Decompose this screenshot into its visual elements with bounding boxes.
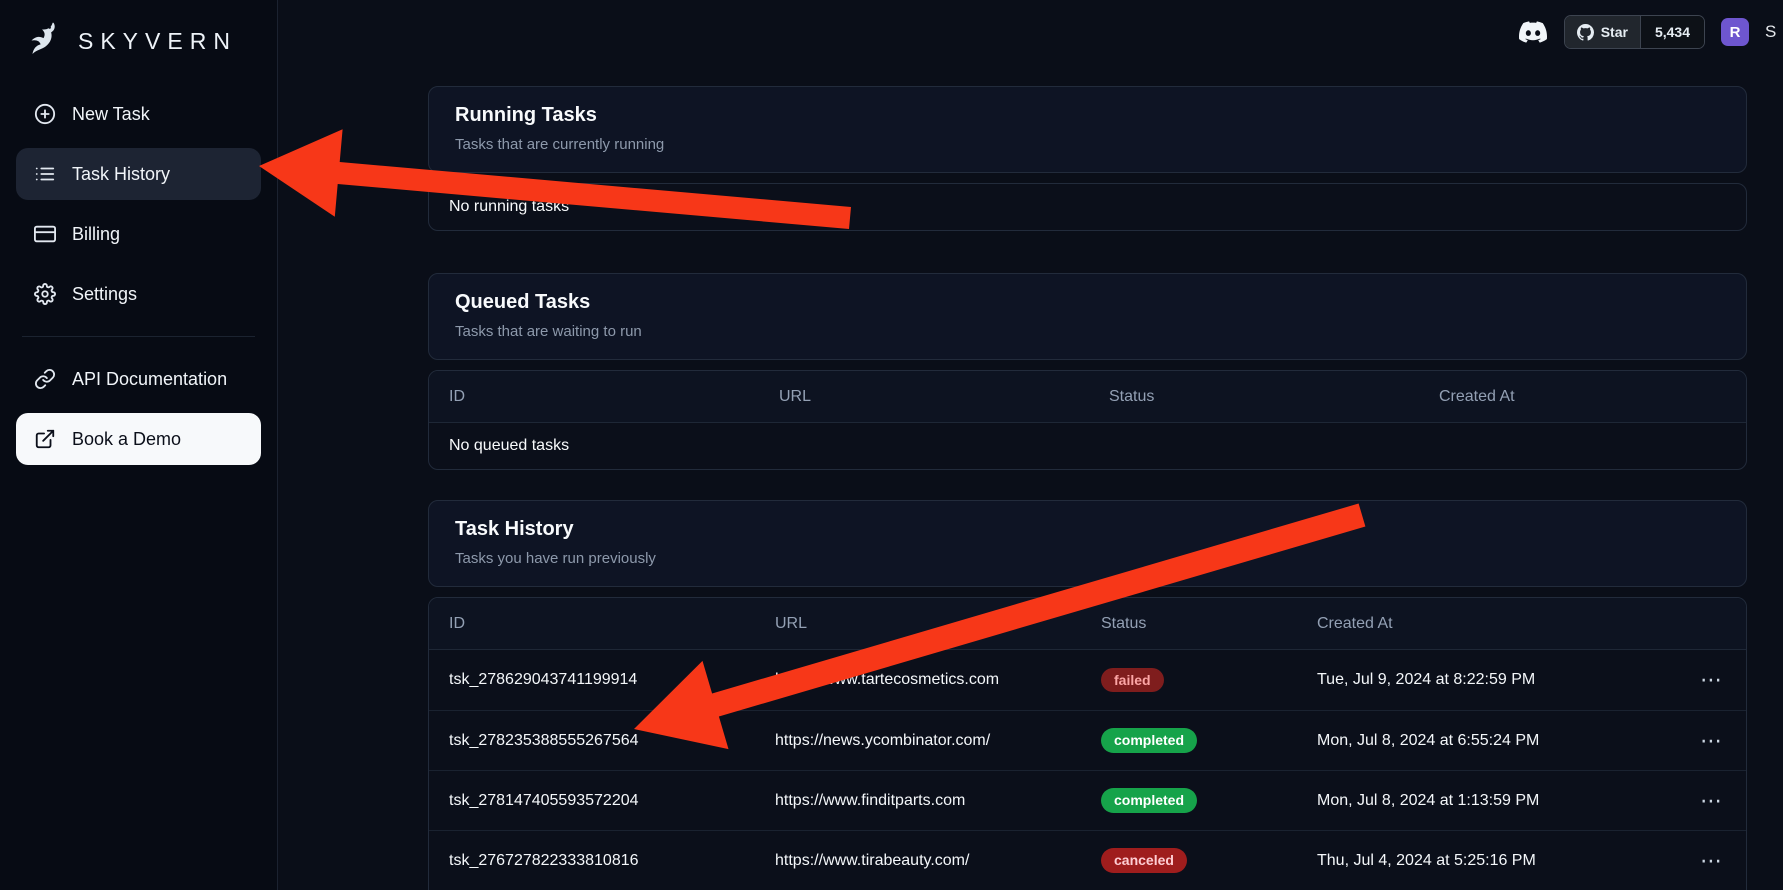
column-header-created-at: Created At [1317,615,1662,633]
user-name-clipped: S [1765,22,1777,42]
discord-icon[interactable] [1518,17,1548,47]
column-header-id: ID [449,388,779,406]
github-icon [1577,24,1594,41]
sidebar-item-label: New Task [72,104,150,125]
external-link-icon [34,428,56,450]
credit-card-icon [34,223,56,245]
github-star-label: Star [1601,24,1628,40]
brand-name: SKYVERN [78,28,237,55]
row-url: https://www.tirabeauty.com/ [775,852,1101,870]
row-url: https://www.finditparts.com [775,792,1101,810]
row-id: tsk_278235388555267564 [449,732,775,750]
row-actions-button[interactable]: ⋯ [1662,788,1726,814]
sidebar-item-label: Book a Demo [72,429,181,450]
status-badge: completed [1101,788,1197,813]
column-header-status: Status [1101,615,1317,633]
row-url: https://www.tartecosmetics.com [775,671,1101,689]
table-row[interactable]: tsk_278629043741199914 https://www.tarte… [429,650,1746,710]
task-history-header: Task History Tasks you have run previous… [428,500,1747,587]
row-id: tsk_278629043741199914 [449,671,775,689]
row-actions-button[interactable]: ⋯ [1662,848,1726,874]
table-row[interactable]: tsk_276727822333810816 https://www.tirab… [429,830,1746,890]
running-tasks-section: Running Tasks Tasks that are currently r… [428,86,1747,231]
sidebar-item-label: Task History [72,164,170,185]
brand-logo: SKYVERN [16,12,261,88]
section-subtitle: Tasks that are waiting to run [455,323,1720,340]
column-header-created-at: Created At [1439,388,1726,406]
row-created-at: Mon, Jul 8, 2024 at 1:13:59 PM [1317,792,1662,810]
column-header-url: URL [775,615,1101,633]
section-subtitle: Tasks you have run previously [455,550,1720,567]
sidebar-item-book-a-demo[interactable]: Book a Demo [16,413,261,465]
github-star-button[interactable]: Star [1565,16,1640,48]
gear-icon [34,283,56,305]
status-badge: canceled [1101,848,1187,873]
sidebar-item-billing[interactable]: Billing [16,208,261,260]
main-content: Running Tasks Tasks that are currently r… [278,0,1783,890]
status-badge: failed [1101,668,1164,693]
sidebar-item-settings[interactable]: Settings [16,268,261,320]
sidebar-divider [22,336,255,337]
plus-circle-icon [34,103,56,125]
section-title: Running Tasks [455,104,1720,127]
queued-tasks-table: ID URL Status Created At No queued tasks [428,370,1747,470]
sidebar-item-label: API Documentation [72,369,227,390]
sidebar-item-task-history[interactable]: Task History [16,148,261,200]
row-created-at: Mon, Jul 8, 2024 at 6:55:24 PM [1317,732,1662,750]
section-subtitle: Tasks that are currently running [455,136,1720,153]
column-header-url: URL [779,388,1109,406]
section-title: Task History [455,518,1720,541]
table-row[interactable]: tsk_278147405593572204 https://www.findi… [429,770,1746,830]
link-icon [34,368,56,390]
queued-tasks-section: Queued Tasks Tasks that are waiting to r… [428,273,1747,470]
list-icon [34,163,56,185]
avatar[interactable]: R [1721,18,1749,46]
skyvern-logo-icon [20,18,66,64]
status-badge: completed [1101,728,1197,753]
row-created-at: Thu, Jul 4, 2024 at 5:25:16 PM [1317,852,1662,870]
sidebar-item-label: Settings [72,284,137,305]
row-id: tsk_276727822333810816 [449,852,775,870]
row-url: https://news.ycombinator.com/ [775,732,1101,750]
queued-empty-state: No queued tasks [429,423,1746,469]
running-tasks-header: Running Tasks Tasks that are currently r… [428,86,1747,173]
sidebar-item-api-documentation[interactable]: API Documentation [16,353,261,405]
github-star-widget: Star 5,434 [1564,15,1705,49]
column-header-id: ID [449,615,775,633]
column-header-status: Status [1109,388,1439,406]
table-row[interactable]: tsk_278235388555267564 https://news.ycom… [429,710,1746,770]
sidebar-item-label: Billing [72,224,120,245]
table-header-row: ID URL Status Created At [429,371,1746,423]
history-table-body: tsk_278629043741199914 https://www.tarte… [429,650,1746,890]
sidebar-item-new-task[interactable]: New Task [16,88,261,140]
row-actions-button[interactable]: ⋯ [1662,728,1726,754]
row-created-at: Tue, Jul 9, 2024 at 8:22:59 PM [1317,671,1662,689]
github-star-count[interactable]: 5,434 [1640,16,1704,48]
row-id: tsk_278147405593572204 [449,792,775,810]
table-header-row: ID URL Status Created At [429,598,1746,650]
sidebar: SKYVERN New Task Task History Billing Se… [0,0,278,890]
topbar: Star 5,434 R S [1518,14,1777,50]
section-title: Queued Tasks [455,291,1720,314]
task-history-table: ID URL Status Created At tsk_27862904374… [428,597,1747,890]
task-history-section: Task History Tasks you have run previous… [428,500,1747,890]
running-tasks-body: No running tasks [428,183,1747,231]
queued-tasks-header: Queued Tasks Tasks that are waiting to r… [428,273,1747,360]
row-actions-button[interactable]: ⋯ [1662,667,1726,693]
running-empty-state: No running tasks [429,184,1746,230]
